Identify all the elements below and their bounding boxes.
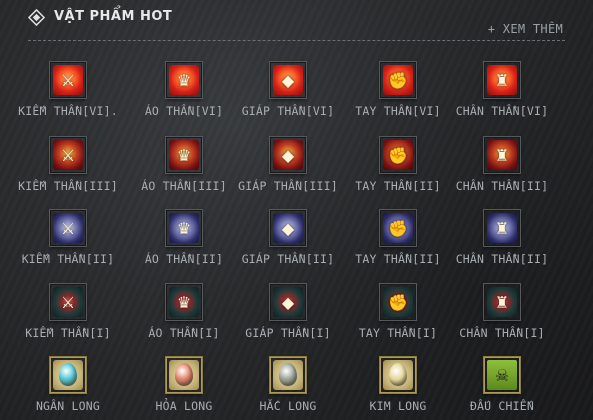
item-label: GIÁP THẦN[VI] (241, 104, 335, 118)
item-label: TAY THẦN[II] (355, 179, 441, 193)
item-label: KIẾM THẦN[II] (21, 252, 115, 266)
sword-icon[interactable]: ⚔ (50, 284, 86, 320)
item-card[interactable]: HỎA LONG (124, 357, 244, 413)
item-card[interactable]: KIM LONG (338, 357, 458, 413)
gauntlet-icon[interactable]: ✊ (380, 62, 416, 98)
item-label: CHÂN THẦN[VI] (455, 104, 549, 118)
breastplate-icon[interactable]: ◆ (270, 62, 306, 98)
item-card[interactable]: ♛ ÁO THẦN[VI] (124, 62, 244, 118)
item-card[interactable]: ✊ TAY THẦN[VI] (338, 62, 458, 118)
item-label: GIÁP THẦN[III] (238, 179, 338, 193)
breastplate-icon[interactable]: ◆ (270, 284, 306, 320)
item-label: GIÁP THẦN[II] (241, 252, 335, 266)
item-card[interactable]: ⚔ KIẾM THẦN[II] (8, 210, 128, 266)
item-label: HẮC LONG (259, 399, 317, 413)
item-card[interactable]: ♜ CHÂN THẦN[II] (442, 210, 562, 266)
item-label: GIÁP THẦN[I] (245, 326, 331, 340)
armor-icon[interactable]: ♛ (166, 210, 202, 246)
item-label: KIẾM THẦN[I] (25, 326, 111, 340)
item-card[interactable]: ⚔ KIẾM THẦN[III] (8, 137, 128, 193)
item-card[interactable]: ✊ TAY THẦN[I] (338, 284, 458, 340)
item-card[interactable]: ⚔ KIẾM THẦN[I] (8, 284, 128, 340)
gauntlet-icon[interactable]: ✊ (380, 284, 416, 320)
boots-icon[interactable]: ♜ (484, 62, 520, 98)
item-label: TAY THẦN[II] (355, 252, 441, 266)
item-label: KIẾM THẦN[VI]. (18, 104, 118, 118)
item-card[interactable]: ♛ ÁO THẦN[II] (124, 210, 244, 266)
gauntlet-icon[interactable]: ✊ (380, 137, 416, 173)
item-card[interactable]: HẮC LONG (228, 357, 348, 413)
item-card[interactable]: ◆ GIÁP THẦN[II] (228, 210, 348, 266)
item-card[interactable]: ✊ TAY THẦN[II] (338, 137, 458, 193)
armor-icon[interactable]: ♛ (166, 284, 202, 320)
diamond-icon (28, 9, 45, 26)
silver-dragon-egg-icon[interactable] (50, 357, 86, 393)
boots-icon[interactable]: ♜ (484, 137, 520, 173)
item-label: TAY THẦN[VI] (355, 104, 441, 118)
item-label: CHÂN THẦN[II] (455, 252, 549, 266)
gauntlet-icon[interactable]: ✊ (380, 210, 416, 246)
item-label: KIM LONG (369, 399, 427, 413)
item-label: HỎA LONG (155, 399, 213, 413)
item-label: ĐẤU CHIẾN (469, 399, 535, 413)
item-card[interactable]: ☠ ĐẤU CHIẾN (442, 357, 562, 413)
sword-icon[interactable]: ⚔ (50, 62, 86, 98)
item-label: ÁO THẦN[II] (144, 252, 224, 266)
black-dragon-egg-icon[interactable] (270, 357, 306, 393)
breastplate-icon[interactable]: ◆ (270, 210, 306, 246)
sword-icon[interactable]: ⚔ (50, 210, 86, 246)
item-card[interactable]: NGÂN LONG (8, 357, 128, 413)
gold-dragon-egg-icon[interactable] (380, 357, 416, 393)
armor-icon[interactable]: ♛ (166, 137, 202, 173)
armor-icon[interactable]: ♛ (166, 62, 202, 98)
item-card[interactable]: ✊ TAY THẦN[II] (338, 210, 458, 266)
item-card[interactable]: ⚔ KIẾM THẦN[VI]. (8, 62, 128, 118)
item-card[interactable]: ♛ ÁO THẦN[III] (124, 137, 244, 193)
item-card[interactable]: ◆ GIÁP THẦN[III] (228, 137, 348, 193)
item-label: KIẾM THẦN[III] (18, 179, 118, 193)
item-label: ÁO THẦN[I] (148, 326, 220, 340)
item-card[interactable]: ♜ CHÂN THẦN[II] (442, 137, 562, 193)
item-label: CHÂN THẦN[I] (459, 326, 545, 340)
item-label: ÁO THẦN[III] (141, 179, 227, 193)
fire-dragon-egg-icon[interactable] (166, 357, 202, 393)
item-label: TAY THẦN[I] (358, 326, 438, 340)
sword-icon[interactable]: ⚔ (50, 137, 86, 173)
section-header: VẬT PHẨM HOT + XEM THÊM (28, 6, 565, 41)
item-card[interactable]: ♜ CHÂN THẦN[VI] (442, 62, 562, 118)
item-card[interactable]: ♛ ÁO THẦN[I] (124, 284, 244, 340)
item-label: NGÂN LONG (35, 399, 101, 413)
section-title: VẬT PHẨM HOT (54, 9, 173, 24)
breastplate-icon[interactable]: ◆ (270, 137, 306, 173)
boots-icon[interactable]: ♜ (484, 210, 520, 246)
item-label: ÁO THẦN[VI] (144, 104, 224, 118)
item-card[interactable]: ◆ GIÁP THẦN[I] (228, 284, 348, 340)
item-card[interactable]: ♜ CHÂN THẦN[I] (442, 284, 562, 340)
item-label: CHÂN THẦN[II] (455, 179, 549, 193)
item-card[interactable]: ◆ GIÁP THẦN[VI] (228, 62, 348, 118)
see-more-link[interactable]: + XEM THÊM (488, 22, 563, 36)
skull-crossbones-icon[interactable]: ☠ (484, 357, 520, 393)
boots-icon[interactable]: ♜ (484, 284, 520, 320)
